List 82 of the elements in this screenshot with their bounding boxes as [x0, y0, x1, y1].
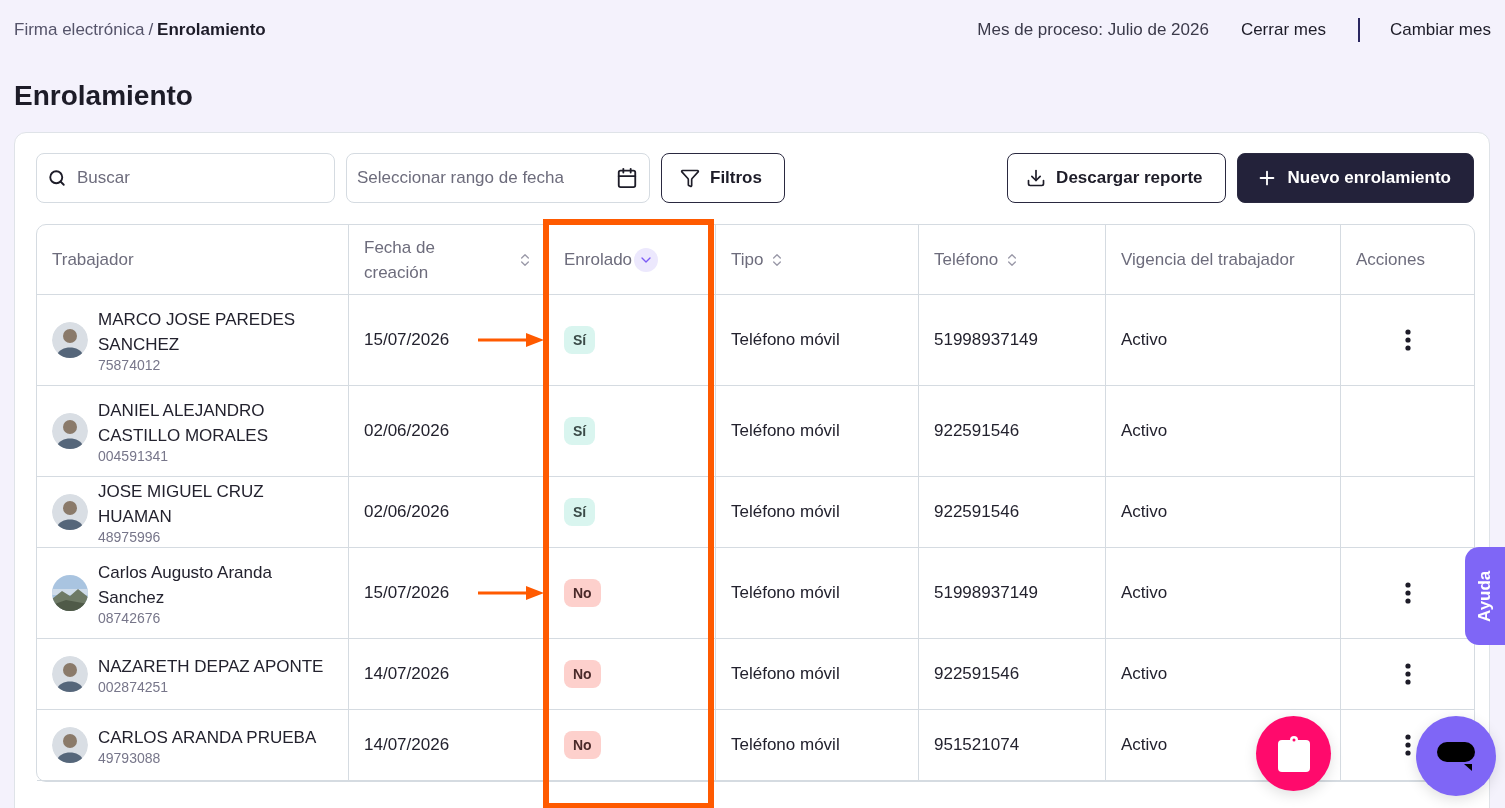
- phone-type: Teléfono móvil: [731, 421, 840, 441]
- worker-id: 08742676: [98, 610, 162, 626]
- chat-icon: [1436, 740, 1476, 772]
- creation-date: 14/07/2026: [364, 664, 450, 684]
- change-month-link[interactable]: Cambiar mes: [1389, 20, 1491, 40]
- worker-status: Activo: [1121, 330, 1168, 350]
- clipboard-icon: [1275, 733, 1312, 774]
- creation-date: 14/07/2026: [364, 735, 450, 755]
- enrolled-badge: No: [564, 731, 601, 759]
- worker-name: CARLOS ARANDA PRUEBA: [98, 726, 317, 749]
- worker-status: Activo: [1121, 502, 1168, 522]
- avatar-icon: [52, 656, 88, 692]
- kebab-icon: [1404, 582, 1411, 604]
- enrolled-badge: Sí: [564, 498, 596, 526]
- enrolled-badge: No: [564, 660, 601, 688]
- creation-date: 15/07/2026: [364, 330, 450, 350]
- enrolled-badge: No: [564, 579, 601, 607]
- more-actions-button[interactable]: [1404, 329, 1411, 351]
- creation-date: 15/07/2026: [364, 583, 450, 603]
- date-range-field[interactable]: Seleccionar rango de fecha: [346, 153, 650, 203]
- phone-number: 922591546: [934, 421, 1020, 441]
- breadcrumb-current: Enrolamiento: [157, 20, 266, 40]
- enrolled-badge: Sí: [564, 326, 596, 354]
- column-header[interactable]: Vigencia del trabajador: [1106, 225, 1341, 295]
- more-actions-button[interactable]: [1404, 734, 1411, 756]
- creation-date: 02/06/2026: [364, 502, 450, 522]
- page-title: Enrolamiento: [14, 79, 194, 113]
- kebab-icon: [1404, 329, 1411, 351]
- column-header[interactable]: Enrolado: [549, 225, 716, 295]
- help-tab[interactable]: Ayuda: [1465, 547, 1505, 645]
- worker-status: Activo: [1121, 421, 1168, 441]
- phone-type: Teléfono móvil: [731, 330, 840, 350]
- worker-id: 75874012: [98, 357, 162, 373]
- phone-number: 951521074: [934, 735, 1020, 755]
- worker-name: MARCO JOSE PAREDES SANCHEZ: [98, 309, 297, 356]
- breadcrumb-separator: /: [148, 20, 154, 40]
- calendar-icon: [616, 167, 638, 189]
- phone-type: Teléfono móvil: [731, 735, 840, 755]
- worker-status: Activo: [1121, 583, 1168, 603]
- search-icon: [48, 169, 66, 187]
- kebab-icon: [1404, 734, 1411, 756]
- phone-type: Teléfono móvil: [731, 502, 840, 522]
- column-header[interactable]: Teléfono: [919, 225, 1106, 295]
- more-actions-button[interactable]: [1404, 582, 1411, 604]
- column-header[interactable]: Trabajador: [37, 225, 349, 295]
- column-header[interactable]: Tipo: [716, 225, 919, 295]
- worker-id: 004591341: [98, 448, 170, 464]
- phone-number: 51998937149: [934, 583, 1038, 603]
- worker-status: Activo: [1121, 664, 1168, 684]
- phone-number: 51998937149: [934, 330, 1038, 350]
- worker-id: 002874251: [98, 678, 170, 695]
- avatar-icon: [52, 494, 88, 530]
- new-enrollment-button[interactable]: Nuevo enrolamiento: [1236, 153, 1474, 203]
- worker-name: JOSE MIGUEL CRUZ HUAMAN: [98, 481, 265, 528]
- creation-date: 02/06/2026: [364, 421, 450, 441]
- phone-number: 922591546: [934, 502, 1020, 522]
- column-header[interactable]: Acciones: [1341, 225, 1474, 295]
- close-month-link[interactable]: Cerrar mes: [1240, 20, 1326, 40]
- phone-number: 922591546: [934, 664, 1020, 684]
- search-field[interactable]: Buscar: [36, 153, 335, 203]
- worker-name: NAZARETH DEPAZ APONTE: [98, 655, 324, 678]
- avatar-icon: [52, 727, 88, 763]
- avatar-icon: [52, 413, 88, 449]
- download-icon: [1026, 168, 1047, 188]
- column-header[interactable]: Fecha de creación: [349, 225, 549, 295]
- kebab-icon: [1404, 663, 1411, 685]
- worker-status: Activo: [1121, 735, 1168, 755]
- more-actions-button[interactable]: [1404, 663, 1411, 685]
- breadcrumb-link[interactable]: Firma electrónica: [14, 20, 145, 40]
- enrolled-badge: Sí: [564, 417, 596, 445]
- filter-icon: [680, 168, 700, 188]
- avatar-icon: [52, 322, 88, 358]
- worker-id: 49793088: [98, 749, 162, 766]
- phone-type: Teléfono móvil: [731, 664, 840, 684]
- phone-type: Teléfono móvil: [731, 583, 840, 603]
- download-report-button[interactable]: Descargar reporte: [1007, 153, 1226, 203]
- process-month: Mes de proceso: Julio de 2026: [977, 20, 1209, 40]
- filters-button[interactable]: Filtros: [661, 153, 785, 203]
- sort-descending-icon: [634, 247, 659, 272]
- worker-name: DANIEL ALEJANDRO CASTILLO MORALES: [98, 400, 270, 447]
- worker-id: 48975996: [98, 529, 162, 545]
- worker-name: Carlos Augusto Aranda Sanchez: [98, 562, 273, 609]
